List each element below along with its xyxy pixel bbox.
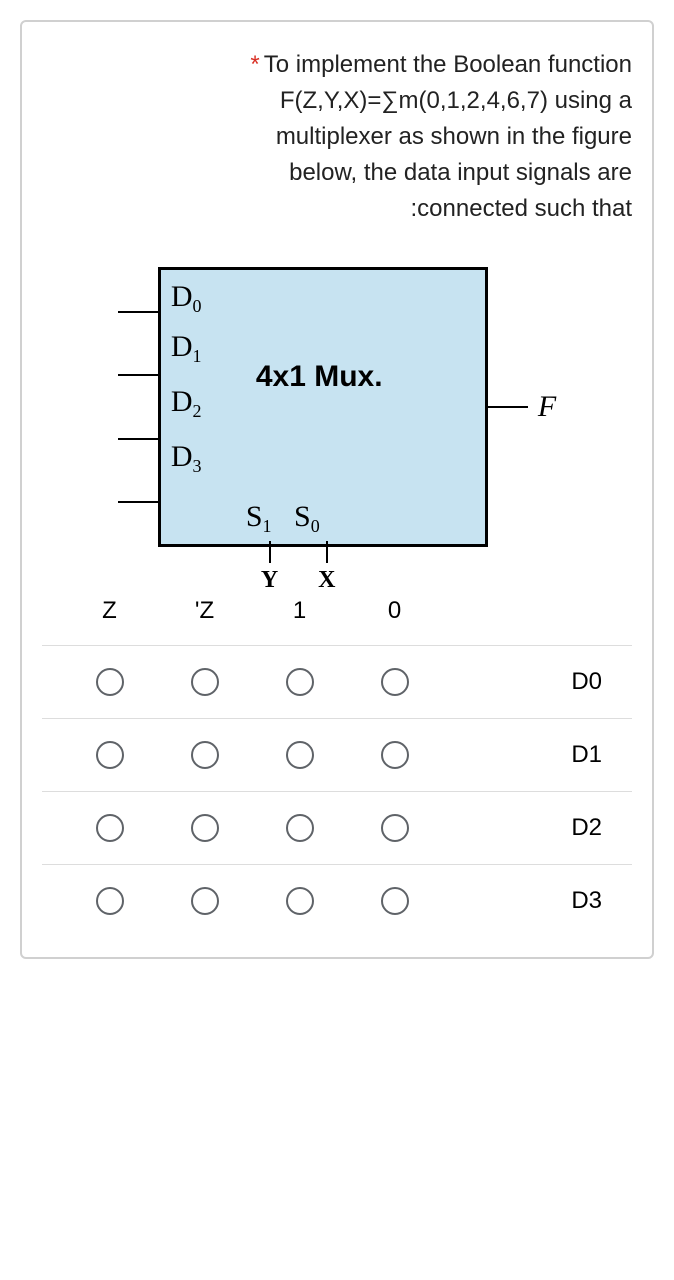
d1-line [118, 374, 158, 376]
question-line3: multiplexer as shown in the figure [276, 123, 632, 150]
mux-diagram: D0 D1 D2 D3 4x1 Mux. S1 S0 Y X F [42, 267, 632, 547]
sel-y-line [269, 541, 271, 563]
question-text: *To implement the Boolean function F(Z,Y… [42, 47, 632, 227]
d0-label: D0 [171, 280, 202, 314]
required-asterisk: * [250, 51, 259, 78]
col-head-1: 1 [252, 597, 347, 625]
col-head-0: 0 [347, 597, 442, 625]
radio-cell [252, 887, 347, 915]
radio-cell [62, 668, 157, 696]
radio-d2-z[interactable] [96, 814, 124, 842]
radio-cell [252, 814, 347, 842]
radio-cell [62, 814, 157, 842]
question-line2: F(Z,Y,X)=∑m(0,1,2,4,6,7) using a [280, 87, 632, 114]
row-label-d0: D0 [442, 668, 612, 696]
answer-row-d1: D1 [42, 718, 632, 791]
question-line4: below, the data input signals are [289, 159, 632, 186]
question-card: *To implement the Boolean function F(Z,Y… [20, 20, 654, 959]
radio-d1-zprime[interactable] [191, 741, 219, 769]
radio-cell [157, 741, 252, 769]
select-input-lines: Y X [261, 541, 336, 594]
radio-d0-z[interactable] [96, 668, 124, 696]
radio-cell [347, 741, 442, 769]
question-line5: :connected such that [411, 195, 632, 222]
select-labels: S1 S0 [246, 500, 320, 534]
radio-cell [347, 814, 442, 842]
d3-line [118, 501, 158, 503]
radio-d1-0[interactable] [381, 741, 409, 769]
sel-y-label: Y [261, 567, 278, 594]
mux-title: 4x1 Mux. [256, 360, 383, 394]
radio-d0-0[interactable] [381, 668, 409, 696]
sel-x-label: X [318, 567, 335, 594]
answer-row-d3: D3 [42, 864, 632, 937]
column-headers: Z 'Z 1 0 [42, 597, 632, 625]
input-lines [118, 291, 158, 523]
d3-label: D3 [171, 440, 202, 474]
radio-d3-zprime[interactable] [191, 887, 219, 915]
radio-cell [347, 887, 442, 915]
radio-cell [252, 668, 347, 696]
radio-d3-z[interactable] [96, 887, 124, 915]
radio-cell [157, 887, 252, 915]
radio-d1-z[interactable] [96, 741, 124, 769]
output-line [488, 406, 528, 408]
radio-d2-1[interactable] [286, 814, 314, 842]
sel-y: Y [261, 541, 278, 594]
question-line1: To implement the Boolean function [264, 51, 632, 78]
row-label-d2: D2 [442, 814, 612, 842]
row-label-d1: D1 [442, 741, 612, 769]
d2-label: D2 [171, 385, 202, 419]
radio-d3-1[interactable] [286, 887, 314, 915]
answer-row-d2: D2 [42, 791, 632, 864]
answer-grid: D0 D1 D2 D3 [42, 645, 632, 937]
col-head-zprime: 'Z [157, 597, 252, 625]
row-label-d3: D3 [442, 887, 612, 915]
output-label: F [538, 390, 556, 424]
radio-d2-zprime[interactable] [191, 814, 219, 842]
d0-line [118, 311, 158, 313]
mux-box: D0 D1 D2 D3 4x1 Mux. S1 S0 Y X [158, 267, 488, 547]
radio-cell [347, 668, 442, 696]
sel-x-line [326, 541, 328, 563]
col-head-z: Z [62, 597, 157, 625]
radio-cell [157, 668, 252, 696]
radio-d2-0[interactable] [381, 814, 409, 842]
radio-cell [157, 814, 252, 842]
radio-d0-zprime[interactable] [191, 668, 219, 696]
radio-cell [62, 887, 157, 915]
radio-d1-1[interactable] [286, 741, 314, 769]
answer-row-d0: D0 [42, 645, 632, 718]
radio-d3-0[interactable] [381, 887, 409, 915]
sel-x: X [318, 541, 335, 594]
radio-cell [252, 741, 347, 769]
d2-line [118, 438, 158, 440]
d1-label: D1 [171, 330, 202, 364]
radio-cell [62, 741, 157, 769]
radio-d0-1[interactable] [286, 668, 314, 696]
